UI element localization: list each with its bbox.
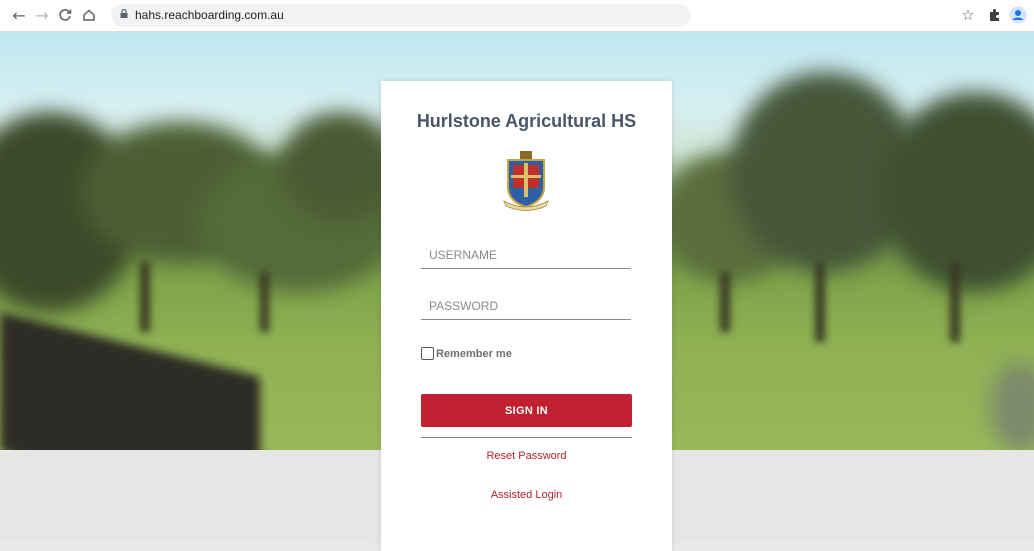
school-title: Hurlstone Agricultural HS — [416, 111, 637, 131]
sign-in-button[interactable]: SIGN IN — [421, 394, 632, 427]
remember-label: Remember me — [436, 347, 512, 360]
address-bar[interactable]: hahs.reachboarding.com.au — [111, 4, 691, 27]
username-input[interactable] — [421, 241, 631, 269]
assisted-login-link[interactable]: Assisted Login — [381, 489, 672, 501]
reload-icon[interactable] — [55, 5, 75, 25]
profile-icon[interactable] — [1008, 5, 1028, 25]
divider — [421, 437, 632, 438]
extensions-icon[interactable] — [984, 5, 1004, 25]
forward-icon[interactable]: → — [32, 5, 52, 25]
login-card: Hurlstone Agricultural HS Remember me SI… — [381, 81, 672, 551]
remember-checkbox[interactable] — [421, 347, 434, 360]
star-icon[interactable]: ☆ — [958, 5, 978, 25]
back-icon[interactable]: ← — [9, 5, 29, 25]
browser-toolbar: ← → hahs.reachboarding.com.au ☆ — [0, 0, 1034, 32]
password-input[interactable] — [421, 292, 631, 320]
lock-icon — [120, 9, 128, 18]
url-text: hahs.reachboarding.com.au — [135, 8, 284, 22]
school-crest-icon — [503, 151, 549, 211]
remember-me[interactable]: Remember me — [421, 347, 512, 360]
home-icon[interactable] — [79, 5, 99, 25]
reset-password-link[interactable]: Reset Password — [381, 450, 672, 462]
